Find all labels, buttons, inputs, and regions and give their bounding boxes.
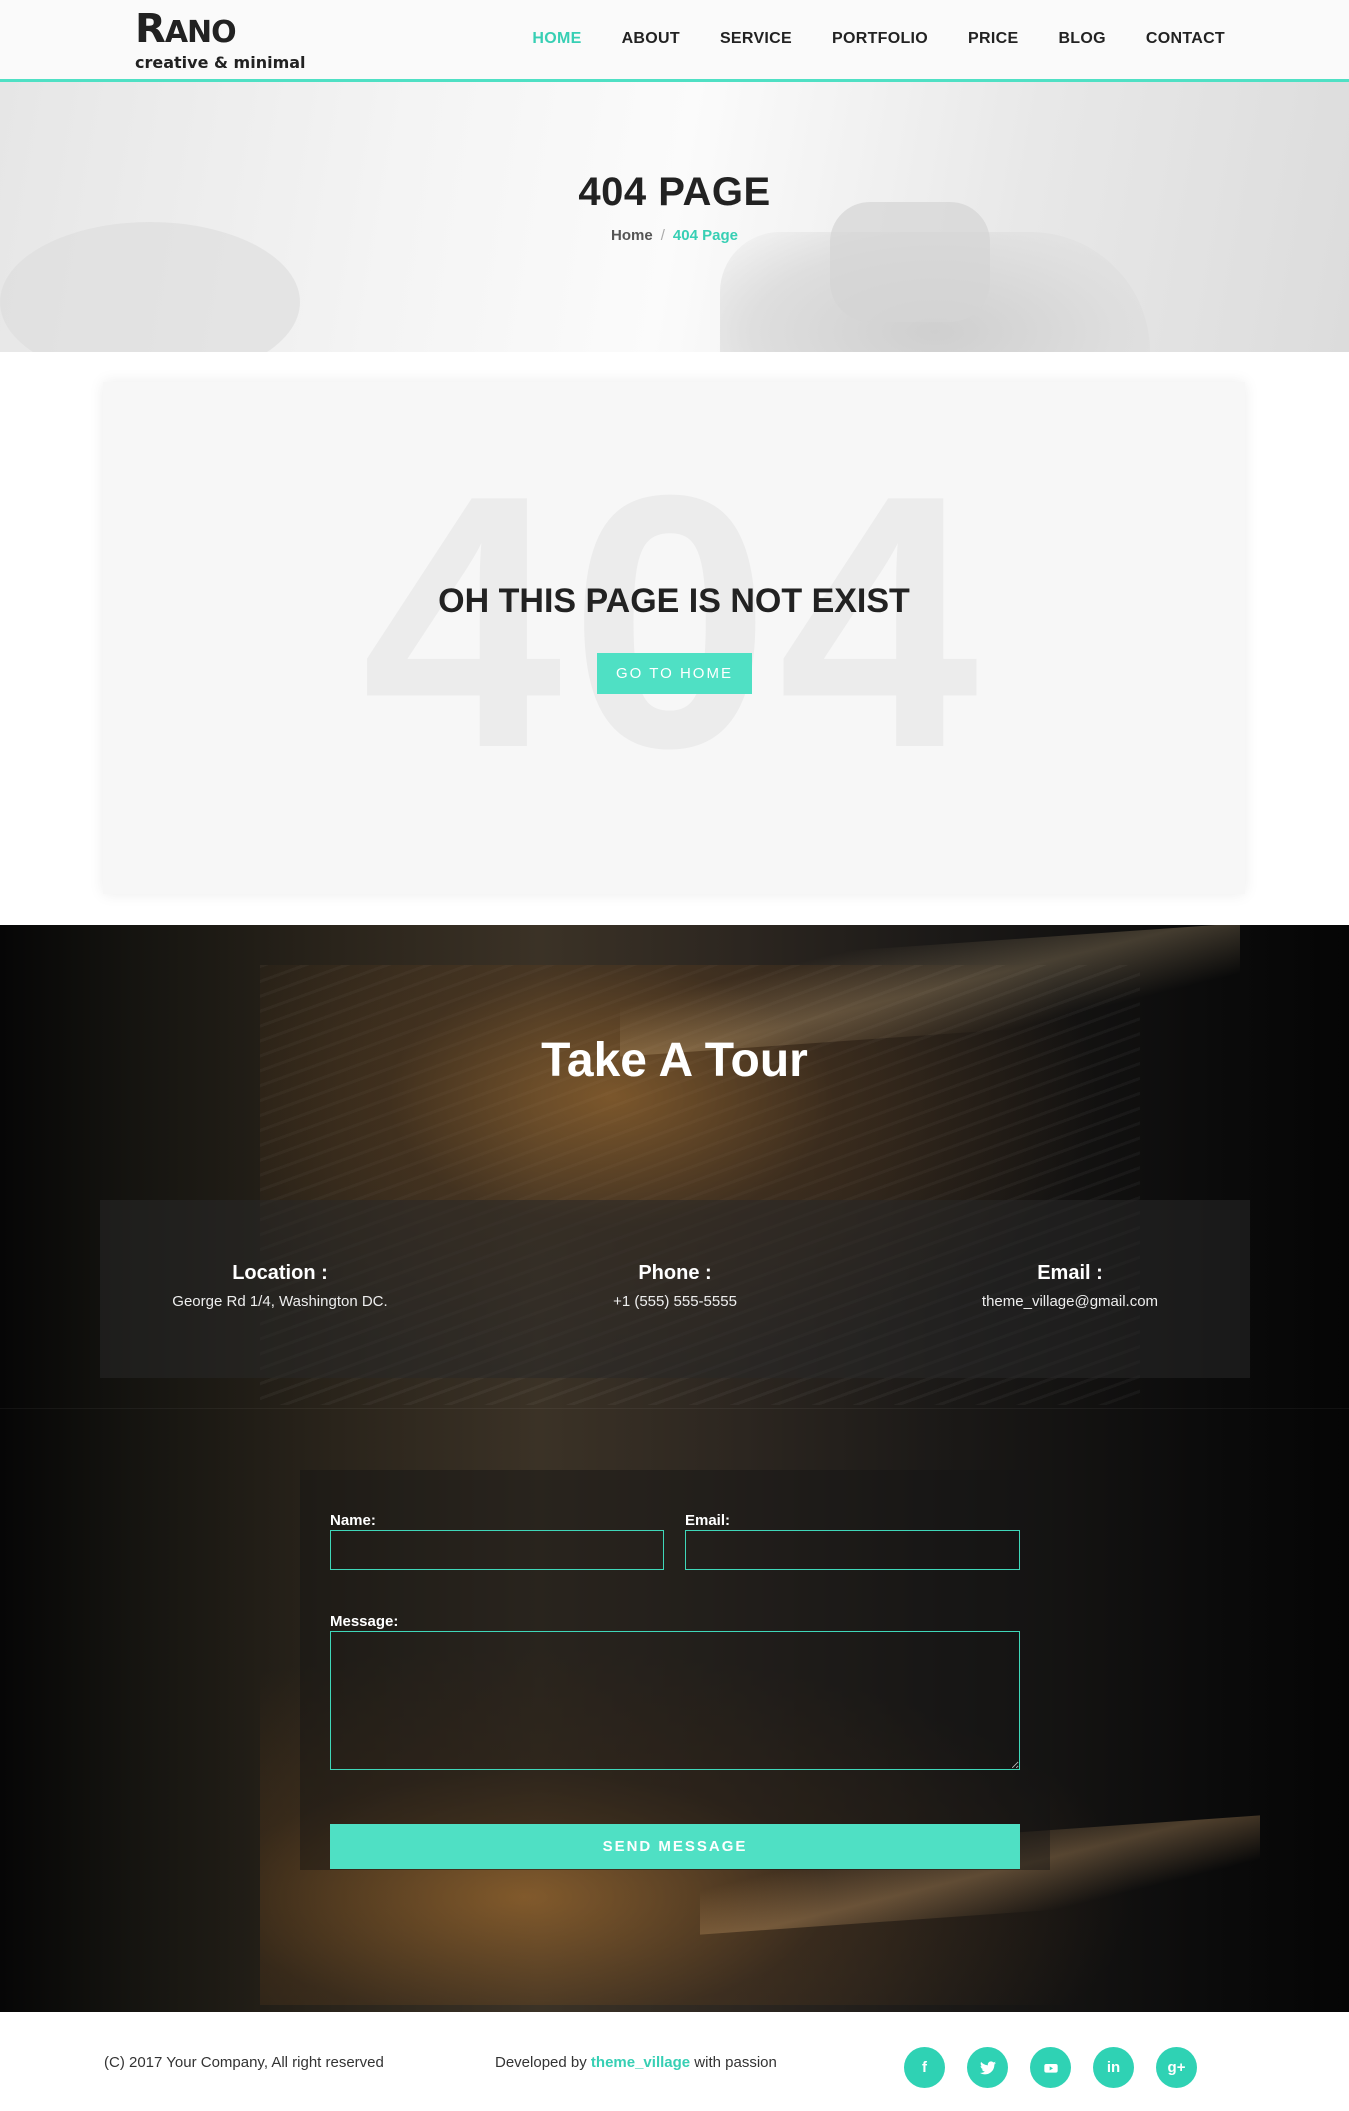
breadcrumb-separator: / xyxy=(660,227,665,244)
nav-price[interactable]: PRICE xyxy=(968,30,1018,48)
page-hero: 404 PAGE Home / 404 Page xyxy=(0,82,1349,352)
info-phone: Phone : +1 (555) 555-5555 xyxy=(495,1262,855,1310)
site-footer: (C) 2017 Your Company, All right reserve… xyxy=(0,2012,1349,2111)
nav-contact[interactable]: CONTACT xyxy=(1146,30,1225,48)
breadcrumb: Home / 404 Page xyxy=(0,227,1349,244)
logo-title: RANO xyxy=(135,8,306,54)
nav-service[interactable]: SERVICE xyxy=(720,30,792,48)
nav-blog[interactable]: BLOG xyxy=(1058,30,1105,48)
info-location: Location : George Rd 1/4, Washington DC. xyxy=(100,1262,460,1310)
info-label: Email : xyxy=(1037,1262,1103,1284)
info-label: Location : xyxy=(232,1262,328,1284)
page-title: 404 PAGE xyxy=(578,170,771,214)
info-value: +1 (555) 555-5555 xyxy=(613,1293,737,1310)
error-code-background: 404 xyxy=(361,421,987,823)
logo-initial: R xyxy=(135,6,166,52)
tour-contact-section: Take A Tour Location : George Rd 1/4, Wa… xyxy=(0,925,1349,2012)
twitter-icon[interactable] xyxy=(967,2047,1008,2088)
go-to-home-button[interactable]: GO TO HOME xyxy=(597,653,752,694)
nav-home[interactable]: HOME xyxy=(532,30,581,48)
logo-tagline: creative & minimal xyxy=(135,53,306,72)
hero-camera-lens-shape xyxy=(830,202,990,322)
dev-suffix: with passion xyxy=(694,2054,777,2071)
site-logo[interactable]: RANO creative & minimal xyxy=(135,8,306,72)
info-email: Email : theme_village@gmail.com xyxy=(890,1262,1250,1310)
info-label: Phone : xyxy=(638,1262,712,1284)
name-label: Name: xyxy=(330,1512,376,1529)
email-label: Email: xyxy=(685,1512,731,1529)
google-plus-icon[interactable]: g+ xyxy=(1156,2047,1197,2088)
section-divider xyxy=(0,1408,1349,1409)
message-field[interactable] xyxy=(330,1631,1020,1770)
message-label: Message: xyxy=(330,1613,399,1630)
twitter-bird-glyph xyxy=(979,2060,996,2074)
site-header: RANO creative & minimal HOME ABOUT SERVI… xyxy=(0,0,1349,82)
info-value: theme_village@gmail.com xyxy=(981,1293,1159,1310)
tour-title: Take A Tour xyxy=(541,1034,808,1087)
copyright-text: (C) 2017 Your Company, All right reserve… xyxy=(104,2054,384,2071)
main-nav: HOME ABOUT SERVICE PORTFOLIO PRICE BLOG … xyxy=(492,30,1225,48)
social-links: f in g+ xyxy=(904,2047,1197,2088)
linkedin-icon[interactable]: in xyxy=(1093,2047,1134,2088)
nav-portfolio[interactable]: PORTFOLIO xyxy=(832,30,928,48)
youtube-icon[interactable] xyxy=(1030,2047,1071,2088)
facebook-icon[interactable]: f xyxy=(904,2047,945,2088)
nav-about[interactable]: ABOUT xyxy=(622,30,680,48)
breadcrumb-current: 404 Page xyxy=(672,227,738,244)
developer-credit: Developed by theme_village with passion xyxy=(495,2054,777,2071)
youtube-glyph xyxy=(1043,2063,1058,2073)
dev-prefix: Developed by xyxy=(495,2054,587,2071)
breadcrumb-home[interactable]: Home xyxy=(611,227,653,244)
error-heading: OH THIS PAGE IS NOT EXIST xyxy=(438,582,910,620)
email-field[interactable] xyxy=(685,1530,1020,1570)
error-box: 404 OH THIS PAGE IS NOT EXIST GO TO HOME xyxy=(103,382,1245,894)
logo-rest: ANO xyxy=(164,15,237,50)
info-value: George Rd 1/4, Washington DC. xyxy=(172,1293,388,1310)
send-message-button[interactable]: SEND MESSAGE xyxy=(330,1824,1020,1869)
name-field[interactable] xyxy=(330,1530,664,1570)
contact-info-panel: Location : George Rd 1/4, Washington DC.… xyxy=(100,1200,1250,1378)
dev-brand-link[interactable]: theme_village xyxy=(591,2054,690,2071)
